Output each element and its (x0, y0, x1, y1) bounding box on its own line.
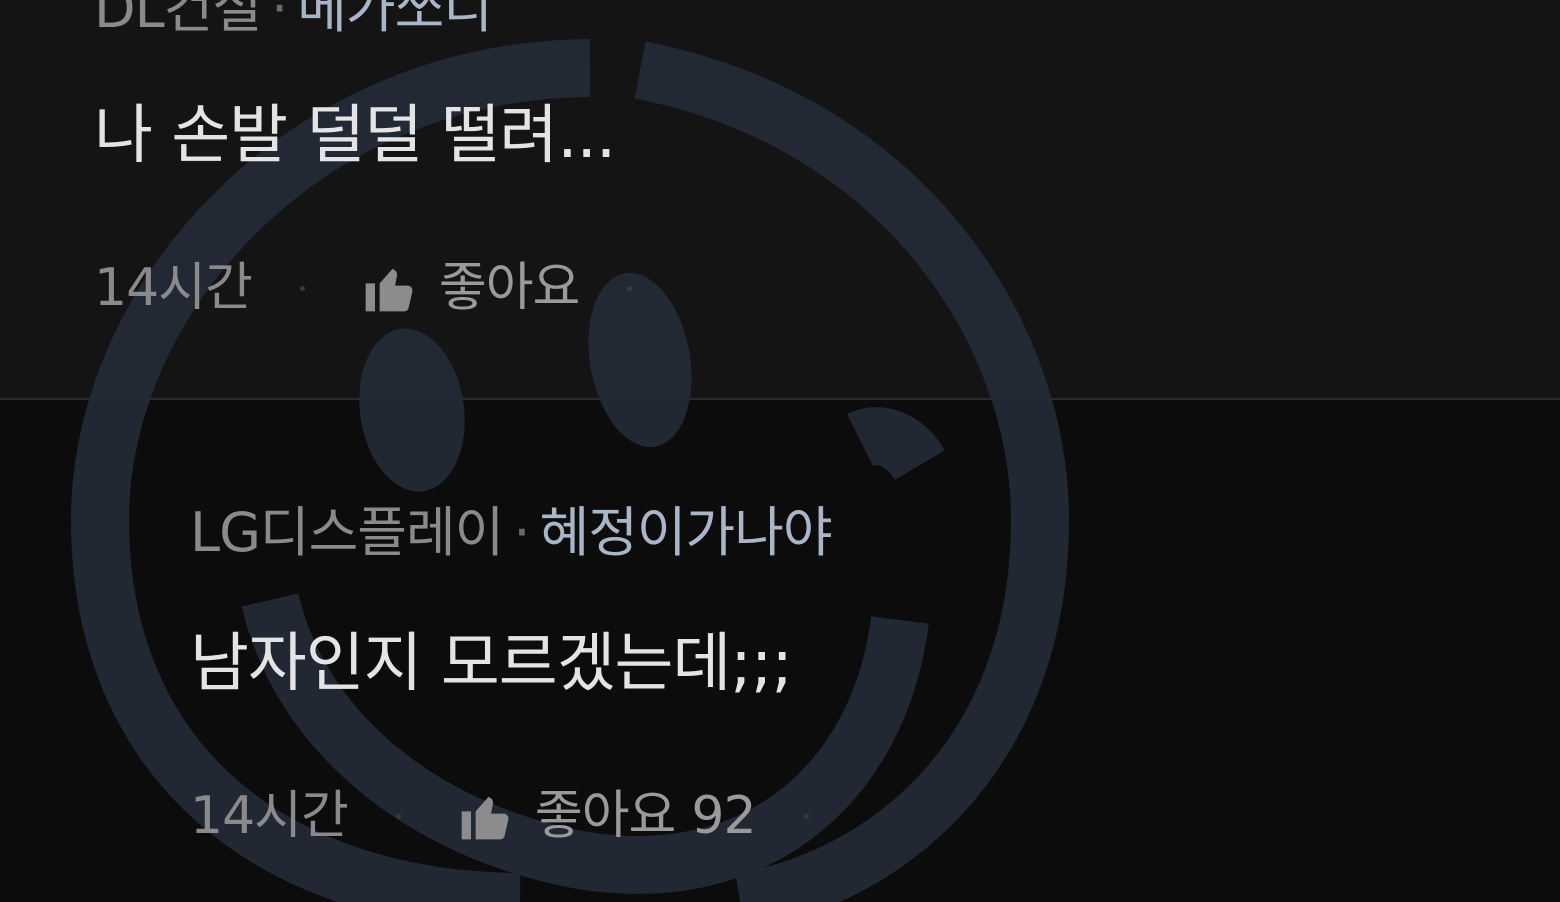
comment-2-actions: 14시간 좋아요 92 (190, 788, 809, 844)
comment-2-author-line: LG디스플레이 · 혜정이가나야 (190, 506, 833, 560)
comment-2-company: LG디스플레이 (190, 501, 504, 564)
comment-2-text: 남자인지 모르겠는데;;; (190, 627, 793, 701)
comment-1-nickname[interactable]: 메가쏘디 (297, 0, 493, 40)
thumbs-up-icon (365, 268, 413, 312)
comment-2-like-count: 92 (691, 786, 756, 846)
comment-1-separator: · (271, 0, 288, 40)
comment-1-author-line: DL건설 · 메가쏘디 (94, 0, 536, 36)
separator-dot (395, 813, 401, 819)
comment-1-like-label: 좋아요 (438, 258, 581, 318)
comment-2-time: 14시간 (190, 786, 349, 846)
comment-1-company: DL건설 (94, 0, 262, 40)
comment-thread: DL건설 · 메가쏘디 나 손발 덜덜 떨려... 14시간 좋아요 LG디스플레이… (0, 0, 1560, 902)
comment-2-like-button[interactable]: 좋아요 92 (457, 786, 757, 846)
thumbs-up-icon (461, 796, 509, 840)
comment-1-actions: 14시간 좋아요 (94, 258, 633, 318)
comment-2-separator: · (513, 501, 530, 564)
comment-card-1 (0, 0, 1560, 398)
comment-1-like-button[interactable]: 좋아요 (361, 260, 580, 316)
separator-dot (299, 285, 305, 291)
separator-dot (627, 285, 633, 291)
comment-1-text: 나 손발 덜덜 떨려... (94, 99, 616, 173)
comment-1-time: 14시간 (94, 258, 253, 318)
separator-dot (803, 813, 809, 819)
comment-2-nickname[interactable]: 혜정이가나야 (540, 501, 833, 564)
comment-2-like-label: 좋아요 (534, 786, 677, 846)
